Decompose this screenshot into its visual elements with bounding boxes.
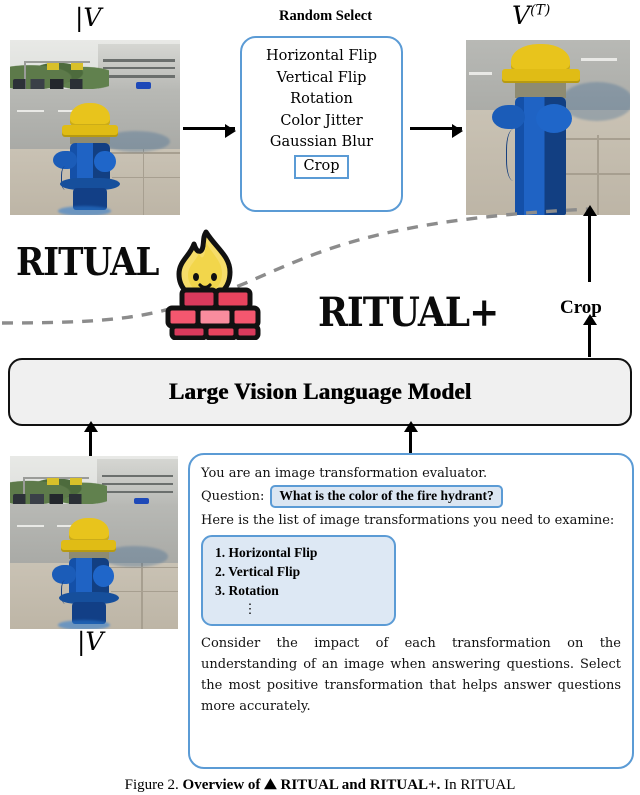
fire-hydrant: [492, 43, 587, 216]
question-text-chip[interactable]: What is the color of the fire hydrant?: [270, 485, 503, 508]
caption-prefix: Figure 2.: [124, 777, 179, 793]
transformation-item[interactable]: 1. Horizontal Flip: [215, 543, 384, 562]
arrow-image-to-lvlm: [84, 421, 99, 457]
figure-caption: Figure 2. Overview of ⛰ RITUAL and RITUA…: [0, 776, 640, 794]
caption-bold: Overview of ⛰ RITUAL and RITUAL+.: [182, 777, 441, 793]
question-row: Question: What is the color of the fire …: [201, 485, 621, 508]
arrow-crop-lower: [583, 314, 598, 357]
input-image-label: |V: [75, 3, 102, 32]
transform-option[interactable]: Vertical Flip: [242, 68, 401, 90]
prompt-intro: You are an image transformation evaluato…: [201, 466, 488, 481]
flame-on-brick-wall-mascot: [165, 229, 261, 340]
question-label: Question:: [201, 489, 265, 504]
arrow-input-to-select: [183, 123, 236, 138]
transform-option-crop-selected[interactable]: Crop: [294, 154, 349, 179]
fire-hydrant: [52, 518, 125, 629]
random-select-title: Random Select: [279, 8, 373, 24]
transformation-ellipsis: ⋮: [243, 601, 259, 616]
figure-canvas: |V V(T) Random Select Horizontal Flip Ve…: [0, 0, 640, 795]
original-image-bottom: [10, 456, 178, 629]
transform-option[interactable]: Horizontal Flip: [242, 46, 401, 68]
transform-option[interactable]: Color Jitter: [242, 111, 401, 133]
transformation-list-box: 1. Horizontal Flip 2. Vertical Flip 3. R…: [201, 535, 396, 626]
transform-option-list: Horizontal Flip Vertical Flip Rotation C…: [242, 46, 401, 179]
bottom-image-label: |V: [77, 627, 104, 656]
lvlm-box: Large Vision Language Model: [8, 358, 632, 426]
transformation-item[interactable]: 3. Rotation: [215, 581, 384, 600]
prompt-panel: You are an image transformation evaluato…: [188, 453, 634, 769]
arrow-select-to-output: [410, 123, 463, 138]
original-image-top: [10, 40, 180, 215]
transform-option[interactable]: Rotation: [242, 89, 401, 111]
lvlm-label: Large Vision Language Model: [168, 379, 472, 404]
ritual-plus-wordmark: RITUAL+: [318, 288, 499, 336]
output-image-label: V(T): [512, 1, 551, 30]
transformed-image-top: [466, 40, 630, 215]
transform-list-intro: Here is the list of image transformation…: [201, 513, 615, 528]
random-select-box: Horizontal Flip Vertical Flip Rotation C…: [240, 36, 403, 212]
ritual-wordmark: RITUAL: [16, 240, 159, 285]
caption-rest: In RITUAL: [440, 777, 516, 793]
transform-option[interactable]: Gaussian Blur: [242, 132, 401, 154]
prompt-instruction: Consider the impact of each transformati…: [201, 636, 621, 714]
transformation-item[interactable]: 2. Vertical Flip: [215, 562, 384, 581]
brick-wall-icon: [165, 287, 261, 340]
arrow-crop-upper: [583, 205, 598, 282]
